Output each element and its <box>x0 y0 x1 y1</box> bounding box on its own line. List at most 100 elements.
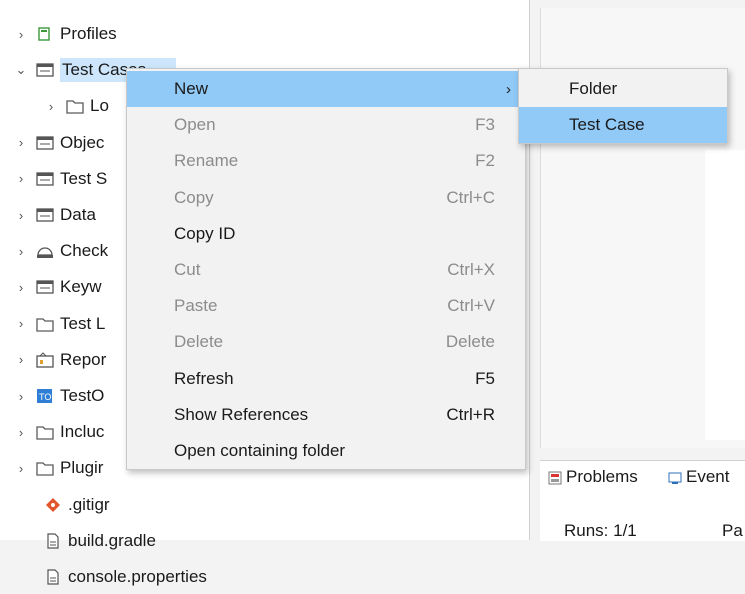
tree-item[interactable]: › Test L <box>14 307 106 341</box>
submenu-item-test-case[interactable]: Test Case <box>519 107 727 143</box>
data-files-icon <box>36 207 54 223</box>
menu-item-label: Show References <box>174 404 309 424</box>
tree-item-label: Plugir <box>60 458 104 478</box>
chevron-right-icon[interactable]: › <box>14 244 28 259</box>
menu-item-delete[interactable]: Delete Delete <box>127 324 525 360</box>
context-menu: New › Open F3 Rename F2 Copy Ctrl+C Copy ID Cut Ct… <box>126 68 526 470</box>
tree-item-label: Profiles <box>60 24 117 43</box>
menu-item-shortcut: F3 <box>475 115 495 135</box>
folder-icon <box>36 424 54 440</box>
menu-item-rename[interactable]: Rename F2 <box>127 143 525 179</box>
chevron-right-icon[interactable]: › <box>14 27 28 42</box>
tree-item-label: Objec <box>60 132 105 152</box>
chevron-right-icon[interactable]: › <box>14 461 28 476</box>
menu-item-shortcut: Ctrl+V <box>447 296 495 316</box>
menu-item-label: Paste <box>174 296 218 316</box>
menu-item-new[interactable]: New › <box>127 71 525 107</box>
new-submenu: Folder Test Case <box>518 68 728 144</box>
menu-item-paste[interactable]: Paste Ctrl+V <box>127 288 525 324</box>
object-repository-icon <box>36 135 54 151</box>
tree-item[interactable]: › Objec <box>14 126 105 160</box>
menu-item-open[interactable]: Open F3 <box>127 107 525 143</box>
tab-problems-label: Problems <box>566 467 638 486</box>
testops-icon: TO <box>36 388 54 404</box>
submenu-item-folder[interactable]: Folder <box>519 71 727 107</box>
chevron-right-icon[interactable]: › <box>44 99 58 114</box>
menu-item-label: New <box>174 79 209 98</box>
menu-item-open-containing-folder[interactable]: Open containing folder <box>127 433 525 469</box>
tree-item[interactable]: › Profiles <box>14 17 117 51</box>
folder-icon <box>36 316 54 332</box>
tab-event-log-label: Event <box>686 467 730 486</box>
chevron-right-icon[interactable]: › <box>14 389 28 404</box>
tree-item[interactable]: › Test S <box>14 162 107 196</box>
tree-item[interactable]: › Incluc <box>14 415 105 449</box>
tree-item[interactable]: › TO TestO <box>14 379 105 413</box>
tree-item-label: build.gradle <box>68 530 156 550</box>
tree-item[interactable]: › Keyw <box>14 270 102 304</box>
passed-status: Pa <box>722 521 743 540</box>
menu-item-label: Copy <box>174 187 214 207</box>
menu-item-shortcut: Ctrl+X <box>447 260 495 279</box>
file-icon <box>44 533 62 549</box>
menu-item-label: Copy ID <box>174 223 236 243</box>
tree-item-label: console.properties <box>68 567 207 586</box>
menu-item-shortcut: Ctrl+C <box>446 187 495 207</box>
tree-item[interactable]: › Repor <box>14 343 106 377</box>
bottom-panel: Problems Event Runs: 1/1 Pa <box>540 460 745 541</box>
tab-event-log[interactable]: Event <box>668 467 729 487</box>
editor-content <box>705 150 745 440</box>
submenu-item-label: Test Case <box>569 115 645 134</box>
menu-item-shortcut: Ctrl+R <box>446 404 495 424</box>
menu-item-show-references[interactable]: Show References Ctrl+R <box>127 397 525 433</box>
tree-item[interactable]: › Plugir <box>14 451 104 485</box>
submenu-arrow-icon: › <box>506 80 511 98</box>
tab-problems[interactable]: Problems <box>548 467 638 487</box>
tree-item-label: .gitigr <box>68 494 110 514</box>
chevron-down-icon[interactable]: ⌄ <box>14 62 28 78</box>
test-suites-icon <box>36 171 54 187</box>
tree-item[interactable]: .gitigr <box>36 488 110 522</box>
tree-item[interactable]: › Data <box>14 198 96 232</box>
chevron-right-icon[interactable]: › <box>14 171 28 186</box>
file-icon <box>44 569 62 585</box>
tree-item[interactable]: build.gradle <box>36 524 156 558</box>
tree-item-label: Test L <box>60 313 106 333</box>
tree-item-label: Data <box>60 205 96 224</box>
checkpoints-icon <box>36 243 54 259</box>
menu-item-label: Cut <box>174 260 201 279</box>
tree-item-label: Keyw <box>60 277 102 297</box>
menu-item-cut[interactable]: Cut Ctrl+X <box>127 252 525 288</box>
menu-item-copy[interactable]: Copy Ctrl+C <box>127 180 525 216</box>
menu-item-shortcut: F2 <box>475 151 495 171</box>
problems-icon <box>548 470 562 485</box>
reports-icon <box>36 352 54 368</box>
chevron-right-icon[interactable]: › <box>14 135 28 150</box>
tree-item-label: Incluc <box>60 422 105 442</box>
menu-item-label: Open <box>174 115 216 135</box>
profiles-icon <box>36 26 54 42</box>
chevron-right-icon[interactable]: › <box>14 208 28 223</box>
tree-item-label: Check <box>60 241 109 261</box>
menu-item-label: Delete <box>174 332 224 352</box>
tree-item[interactable]: › Lo <box>44 89 109 123</box>
menu-item-label: Rename <box>174 151 239 171</box>
chevron-right-icon[interactable]: › <box>14 352 28 367</box>
tree-item[interactable]: console.properties <box>36 560 207 594</box>
keywords-icon <box>36 279 54 295</box>
tree-item-label: TestO <box>60 386 105 405</box>
folder-icon <box>66 98 84 115</box>
menu-item-refresh[interactable]: Refresh F5 <box>127 361 525 397</box>
menu-item-label: Refresh <box>174 368 234 388</box>
tree-item[interactable]: › Check <box>14 234 108 268</box>
folder-icon <box>36 460 54 477</box>
runs-status: Runs: 1/1 <box>564 521 637 540</box>
menu-item-shortcut: Delete <box>445 332 495 352</box>
menu-item-copy-id[interactable]: Copy ID <box>127 216 525 252</box>
chevron-right-icon[interactable]: › <box>14 316 28 331</box>
git-icon <box>44 497 62 513</box>
chevron-right-icon[interactable]: › <box>14 280 28 295</box>
menu-item-shortcut: F5 <box>475 368 495 388</box>
chevron-right-icon[interactable]: › <box>14 425 28 440</box>
event-log-icon <box>668 470 682 484</box>
